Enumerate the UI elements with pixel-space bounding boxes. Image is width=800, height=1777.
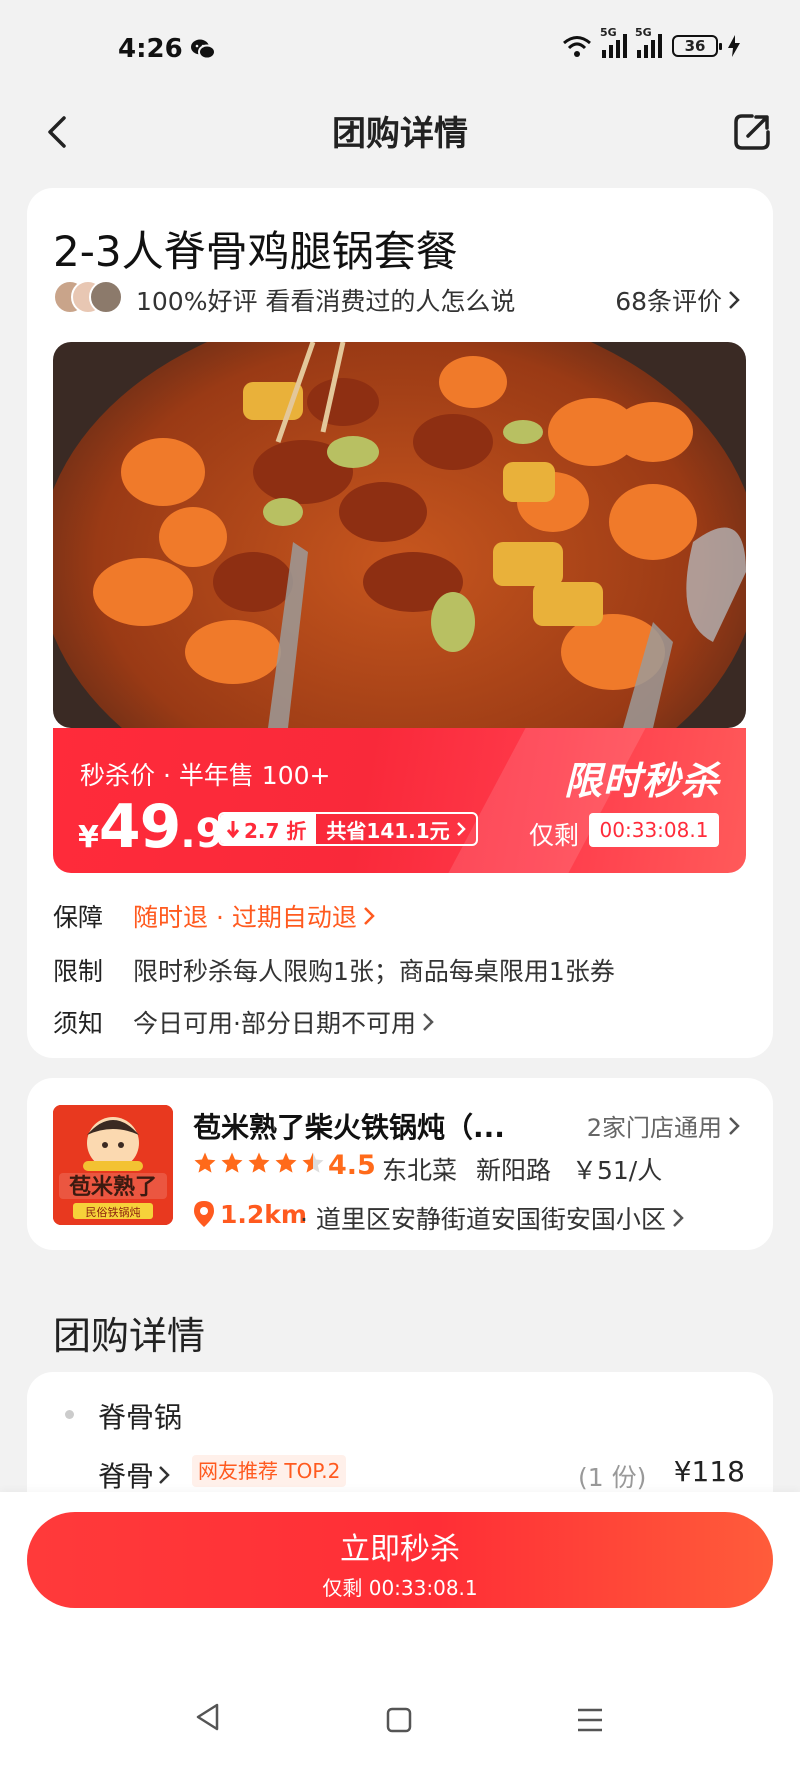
star-icon — [221, 1152, 243, 1173]
store-name[interactable]: 苞米熟了柴火铁锅炖（... — [193, 1106, 523, 1146]
review-summary[interactable]: 100%好评 看看消费过的人怎么说 — [136, 282, 515, 318]
avatar — [89, 280, 123, 314]
deal-photo[interactable] — [53, 342, 746, 728]
share-icon — [734, 114, 770, 150]
limit-row: 限制 限时秒杀每人限购1张；商品每桌限用1张券 — [53, 952, 615, 988]
signal-icon-1: 5G — [600, 26, 627, 58]
store-address-link[interactable]: · 道里区安静街道安国街安国小区 — [300, 1200, 684, 1236]
system-back-button[interactable] — [193, 1702, 223, 1732]
remaining-label: 仅剩 — [529, 821, 580, 850]
chevron-right-icon — [363, 907, 375, 925]
network-type-2: 5G — [635, 26, 652, 39]
deal-title: 2-3人脊骨鸡腿锅套餐 — [53, 227, 458, 276]
discount-badge[interactable]: 2.7 折 共省141.1元 — [218, 812, 478, 846]
chevron-right-icon — [456, 822, 466, 836]
store-branches-label: 2家门店通用 — [586, 1114, 722, 1142]
store-logo-text: 苞米熟了 — [69, 1174, 157, 1200]
savings-tag: 共省141.1元 — [316, 815, 475, 844]
store-area: 新阳路 — [476, 1156, 552, 1185]
square-home-icon — [386, 1707, 412, 1733]
signal-icon-2: 5G — [635, 26, 662, 58]
price-decimal: .9 — [180, 811, 224, 857]
buy-now-button[interactable]: 立即秒杀 仅剩 00:33:08.1 — [27, 1512, 773, 1608]
store-address: · 道里区安静街道安国街安国小区 — [300, 1205, 666, 1234]
notice-key: 须知 — [53, 1009, 104, 1038]
star-icon — [302, 1152, 324, 1173]
star-icon — [248, 1152, 270, 1173]
limit-key: 限制 — [53, 957, 104, 986]
star-rating — [193, 1151, 325, 1175]
flash-sale-subtitle: 秒杀价 · 半年售 100+ — [80, 761, 331, 790]
item-price: ¥118 — [673, 1455, 745, 1488]
store-logo[interactable]: 苞米熟了 民俗铁锅炖 — [53, 1105, 173, 1225]
notice-text: 今日可用·部分日期不可用 — [133, 1009, 416, 1038]
chevron-right-icon — [423, 1013, 434, 1031]
price-integer: 49 — [98, 792, 181, 862]
notice-row[interactable]: 须知 今日可用·部分日期不可用 — [53, 1004, 434, 1040]
review-count-label: 68条评价 — [615, 287, 722, 316]
status-time: 4:26 — [118, 34, 183, 64]
store-category: 东北菜 — [382, 1156, 458, 1185]
store-distance: 1.2km — [220, 1200, 307, 1229]
item-name-link[interactable]: 脊骨 — [98, 1455, 170, 1495]
system-home-button[interactable] — [385, 1706, 413, 1734]
flash-price: ¥ 49 .9 — [78, 792, 223, 862]
page-title: 团购详情 — [332, 114, 468, 154]
bullet — [65, 1410, 74, 1419]
buy-now-label: 立即秒杀 — [340, 1532, 460, 1567]
discount-tag: 2.7 折 — [220, 814, 317, 844]
store-branches-link[interactable]: 2家门店通用 — [587, 1108, 740, 1143]
countdown-timer: 00:33:08.1 — [589, 813, 719, 847]
item-quantity: (1 份) — [578, 1463, 647, 1492]
limit-value: 限时秒杀每人限购1张；商品每桌限用1张券 — [133, 957, 615, 986]
triangle-back-icon — [196, 1703, 219, 1731]
notice-value: 今日可用·部分日期不可用 — [133, 1004, 434, 1040]
chevron-right-icon — [729, 291, 740, 309]
guarantee-row[interactable]: 保障 随时退 · 过期自动退 — [53, 898, 375, 934]
wechat-icon — [190, 38, 216, 60]
status-icons: 5G 5G 36 — [562, 26, 740, 58]
item-recommend-tag: 网友推荐 TOP.2 — [192, 1455, 347, 1487]
chevron-right-icon — [729, 1116, 740, 1135]
charging-icon — [728, 35, 740, 57]
buy-countdown: 仅剩 00:33:08.1 — [322, 1576, 478, 1600]
star-icon — [194, 1152, 216, 1173]
battery-icon: 36 — [672, 35, 722, 57]
price-currency: ¥ — [78, 820, 99, 855]
discount-label: 2.7 折 — [244, 818, 307, 843]
chevron-right-icon — [673, 1209, 684, 1227]
flash-sale-banner: 秒杀价 · 半年售 100+ ¥ 49 .9 2.7 折 共省141.1元 限时… — [53, 728, 746, 873]
flash-sale-label: 限时秒杀 — [563, 759, 720, 803]
guarantee-value: 随时退 · 过期自动退 — [133, 898, 375, 934]
reviewer-avatars — [53, 280, 127, 316]
arrow-down-icon — [226, 821, 240, 838]
location-pin-icon — [193, 1200, 215, 1228]
star-icon — [275, 1152, 297, 1173]
store-rating: 4.5 — [328, 1150, 376, 1181]
share-button[interactable] — [730, 110, 774, 154]
store-logo-subtext: 民俗铁锅炖 — [86, 1206, 141, 1219]
item-group-title: 脊骨锅 — [98, 1401, 183, 1434]
guarantee-key: 保障 — [53, 903, 104, 932]
guarantee-text: 随时退 · 过期自动退 — [133, 903, 357, 932]
menu-icon — [578, 1708, 602, 1732]
item-name: 脊骨 — [98, 1460, 155, 1493]
section-title: 团购详情 — [53, 1314, 206, 1358]
savings-label: 共省141.1元 — [326, 818, 450, 843]
system-menu-button[interactable] — [575, 1706, 605, 1734]
network-type-1: 5G — [600, 26, 617, 39]
wifi-icon — [562, 34, 592, 58]
review-count-link[interactable]: 68条评价 — [615, 282, 740, 318]
store-avg-price: ￥51/人 — [572, 1156, 663, 1185]
chevron-right-icon — [159, 1466, 170, 1484]
